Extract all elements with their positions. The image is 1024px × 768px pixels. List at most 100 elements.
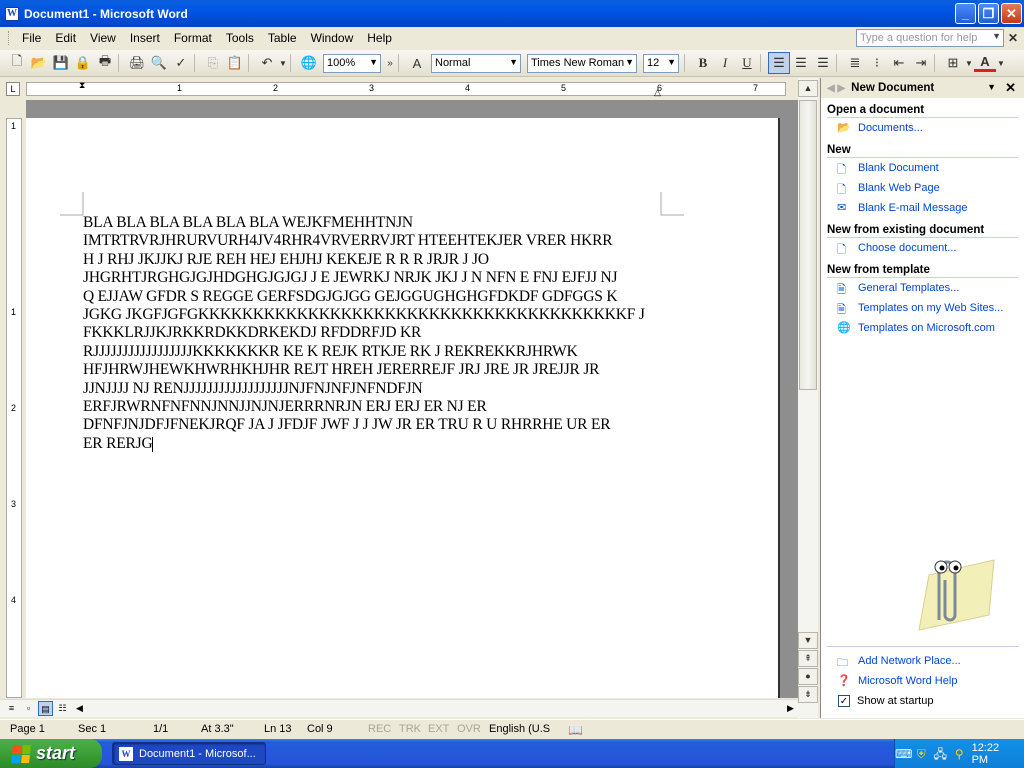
menu-edit[interactable]: Edit xyxy=(48,31,83,45)
globe-icon[interactable]: 🌐 xyxy=(298,52,320,74)
zoom-select[interactable]: 100% ▼ xyxy=(323,53,381,73)
start-button[interactable]: start xyxy=(0,739,102,768)
scroll-left-icon[interactable]: ◀ xyxy=(72,701,87,716)
status-trk[interactable]: TRK xyxy=(399,723,421,735)
close-document-icon[interactable]: ✕ xyxy=(1008,31,1018,45)
choose-document-link[interactable]: 🗋 Choose document... xyxy=(821,238,1024,258)
document-body-text[interactable]: BLA BLA BLA BLA BLA BLA WEJKFMEHHTNJN IM… xyxy=(83,214,663,453)
keyboard-icon[interactable]: ⌨ xyxy=(895,747,912,761)
minimize-button[interactable]: _ xyxy=(955,3,976,24)
outline-view-icon[interactable]: ☷ xyxy=(55,701,70,716)
show-at-startup-checkbox[interactable]: ✓ Show at startup xyxy=(821,691,1024,711)
print-layout-icon[interactable]: ▤ xyxy=(38,701,53,716)
chevron-down-icon[interactable]: ▼ xyxy=(987,82,996,92)
style-select[interactable]: Normal ▼ xyxy=(431,53,521,73)
right-indent-icon[interactable]: △ xyxy=(654,87,661,98)
indent-marker-icon[interactable]: ⧗ xyxy=(79,80,85,91)
numbering-icon[interactable]: ≣ xyxy=(844,52,866,74)
network-icon[interactable]: 🖧 xyxy=(934,747,947,761)
menu-tools[interactable]: Tools xyxy=(219,31,261,45)
search-icon[interactable]: 🔍 xyxy=(148,52,170,74)
copy-icon[interactable]: ⎘ xyxy=(202,52,224,74)
new-document-icon[interactable]: 🗋 xyxy=(6,52,28,74)
ruler-number: 3 xyxy=(11,499,17,509)
status-rec[interactable]: REC xyxy=(368,723,391,735)
horizontal-ruler[interactable]: 1 2 3 4 5 6 7 ⧗ △ xyxy=(26,80,786,98)
menu-window[interactable]: Window xyxy=(304,31,361,45)
taskbar-word-document[interactable]: W Document1 - Microsof... xyxy=(112,742,266,765)
tab-selector-icon[interactable]: L xyxy=(6,82,20,96)
web-templates-link[interactable]: 🗎 Templates on my Web Sites... xyxy=(821,298,1024,318)
open-folder-icon[interactable]: 📂 xyxy=(28,52,50,74)
close-button[interactable]: ✕ xyxy=(1001,3,1022,24)
scroll-right-icon[interactable]: ▶ xyxy=(783,701,798,716)
blank-document-link[interactable]: 🗋 Blank Document xyxy=(821,158,1024,178)
back-arrow-icon[interactable]: ◀ ▶ xyxy=(827,83,845,94)
menu-table[interactable]: Table xyxy=(261,31,304,45)
scroll-up-icon[interactable]: ▲ xyxy=(798,80,818,97)
status-ext[interactable]: EXT xyxy=(428,723,449,735)
align-left-icon[interactable]: ☰ xyxy=(768,52,790,74)
permission-icon[interactable]: 🔒 xyxy=(72,52,94,74)
word-app-icon[interactable]: W xyxy=(5,6,19,21)
blank-web-page-link[interactable]: 🗋 Blank Web Page xyxy=(821,178,1024,198)
help-question-input[interactable]: Type a question for help ▼ xyxy=(856,29,1004,47)
spelling-icon[interactable]: ✓ xyxy=(170,52,192,74)
scroll-thumb[interactable] xyxy=(799,100,817,390)
print-icon[interactable]: 🖨 xyxy=(126,52,148,74)
toolbar-options-icon[interactable]: » xyxy=(384,52,396,74)
underline-icon[interactable]: U xyxy=(736,52,758,74)
checkbox-checked-icon[interactable]: ✓ xyxy=(838,695,850,707)
general-templates-link[interactable]: 🗎 General Templates... xyxy=(821,278,1024,298)
normal-view-icon[interactable]: ≡ xyxy=(4,701,19,716)
document-page[interactable]: BLA BLA BLA BLA BLA BLA WEJKFMEHHTNJN IM… xyxy=(26,118,780,698)
security-shield-icon[interactable]: ⛨ xyxy=(915,747,928,761)
italic-icon[interactable]: I xyxy=(714,52,736,74)
font-color-icon[interactable]: A xyxy=(974,54,996,72)
previous-page-icon[interactable]: ⇞ xyxy=(798,650,818,667)
styles-icon[interactable]: A xyxy=(406,52,428,74)
spelling-status-icon[interactable]: 📖 xyxy=(568,723,583,737)
font-size-select[interactable]: 12 ▼ xyxy=(643,53,679,73)
borders-icon[interactable]: ⊞ xyxy=(942,52,964,74)
paste-icon[interactable]: 📋 xyxy=(224,52,246,74)
align-right-icon[interactable]: ☰ xyxy=(812,52,834,74)
margin-corner-mark xyxy=(60,192,84,216)
search-icon[interactable]: ⚲ xyxy=(953,747,966,761)
menu-help[interactable]: Help xyxy=(360,31,399,45)
word-help-link[interactable]: ❓ Microsoft Word Help xyxy=(821,671,1024,691)
decrease-indent-icon[interactable]: ⇤ xyxy=(888,52,910,74)
close-icon[interactable]: ✕ xyxy=(1005,80,1016,96)
scroll-down-icon[interactable]: ▼ xyxy=(798,632,818,649)
print-preview-icon[interactable]: 🖶 xyxy=(94,52,116,74)
increase-indent-icon[interactable]: ⇥ xyxy=(910,52,932,74)
bold-icon[interactable]: B xyxy=(692,52,714,74)
office-assistant-clippy-icon[interactable] xyxy=(899,545,999,635)
next-page-icon[interactable]: ⇟ xyxy=(798,686,818,703)
blank-email-link[interactable]: ✉ Blank E-mail Message xyxy=(821,198,1024,218)
undo-dropdown-icon[interactable]: ▼ xyxy=(278,52,288,74)
save-icon[interactable]: 💾 xyxy=(50,52,72,74)
undo-icon[interactable]: ↶ xyxy=(256,52,278,74)
font-select[interactable]: Times New Roman ▼ xyxy=(527,53,637,73)
horizontal-scrollbar[interactable]: ≡ ▫ ▤ ☷ ◀ ▶ xyxy=(0,699,798,717)
documents-link[interactable]: 📂 Documents... xyxy=(821,118,1024,138)
maximize-button[interactable]: ❐ xyxy=(978,3,999,24)
chevron-down-icon[interactable]: ▼ xyxy=(992,31,1001,41)
clock[interactable]: 12:22 PM xyxy=(972,742,1014,766)
menu-file[interactable]: File xyxy=(15,31,48,45)
microsoft-templates-link[interactable]: 🌐 Templates on Microsoft.com xyxy=(821,318,1024,338)
align-center-icon[interactable]: ☰ xyxy=(790,52,812,74)
browse-object-icon[interactable]: ● xyxy=(798,668,818,685)
menu-insert[interactable]: Insert xyxy=(123,31,167,45)
font-color-dropdown-icon[interactable]: ▼ xyxy=(996,52,1006,74)
menu-format[interactable]: Format xyxy=(167,31,219,45)
borders-dropdown-icon[interactable]: ▼ xyxy=(964,52,974,74)
vertical-scrollbar[interactable]: ▲ ▼ ⇞ ● ⇟ xyxy=(798,78,818,718)
menu-view[interactable]: View xyxy=(83,31,123,45)
vertical-ruler[interactable]: 1 1 2 3 4 xyxy=(6,118,22,698)
add-network-place-link[interactable]: 🗀 Add Network Place... xyxy=(821,651,1024,671)
web-layout-icon[interactable]: ▫ xyxy=(21,701,36,716)
status-ovr[interactable]: OVR xyxy=(457,723,481,735)
bullets-icon[interactable]: ⁝ xyxy=(866,52,888,74)
